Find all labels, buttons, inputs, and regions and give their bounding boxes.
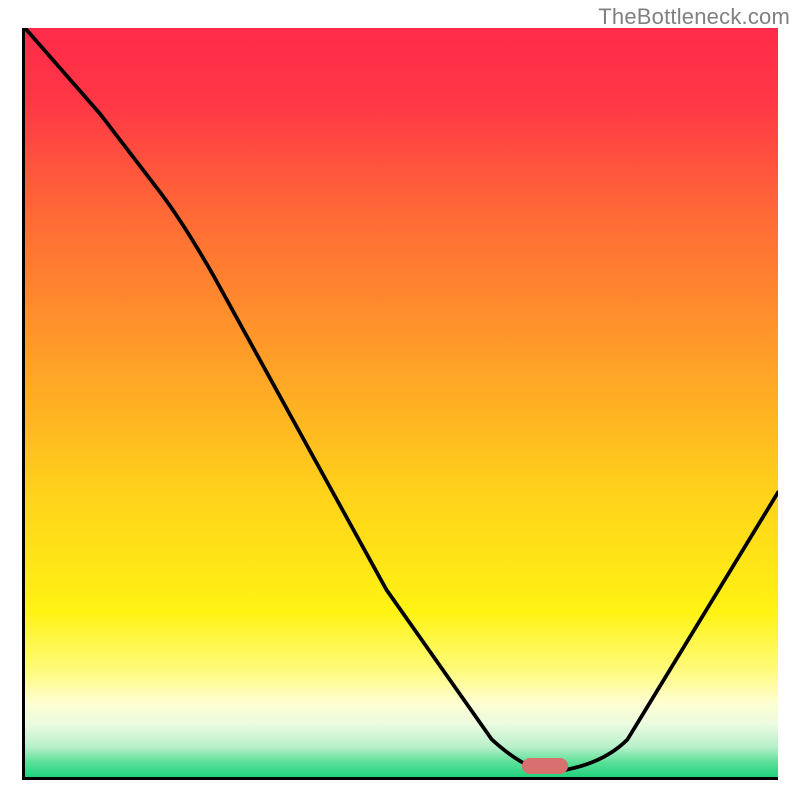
attribution-text: TheBottleneck.com xyxy=(598,4,790,30)
bottleneck-curve xyxy=(25,28,778,777)
optimal-marker xyxy=(522,758,568,774)
plot-area xyxy=(22,28,778,780)
chart-container: TheBottleneck.com xyxy=(0,0,800,800)
